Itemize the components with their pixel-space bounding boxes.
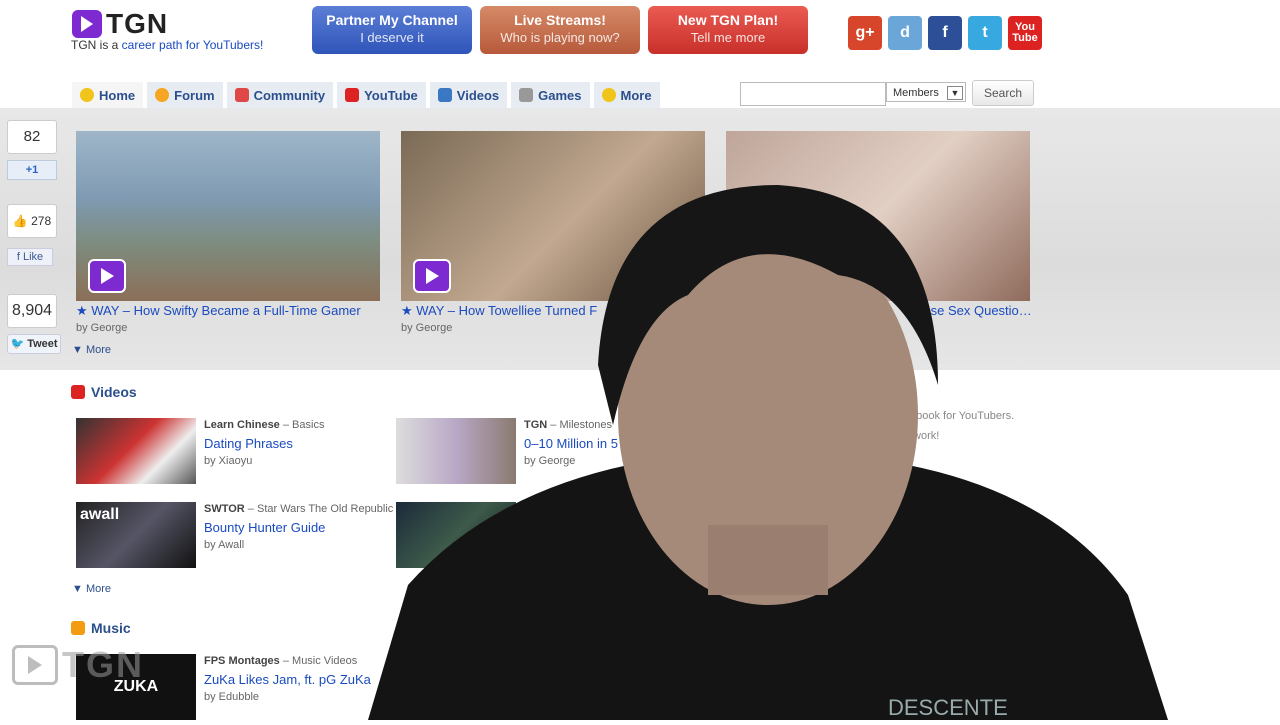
search-scope-select[interactable]: Members ▼ [886,82,966,102]
video-icon [437,88,452,102]
search-button[interactable]: Search [972,80,1034,106]
new-plan-button[interactable]: New TGN Plan! Tell me more [648,6,808,54]
heart-icon [234,88,249,102]
youtube-small-icon [345,88,360,102]
music-category-1: FPS Montages – Music Videos [204,655,358,667]
search-input[interactable] [740,82,886,106]
main-nav: Home Forum Community YouTube Videos Game… [72,82,660,108]
tab-more[interactable]: More [593,82,660,108]
videos-section-title: Videos [71,384,137,400]
tab-youtube[interactable]: YouTube [337,82,426,108]
tweet-count: 8,904 [7,294,57,328]
twitter-bird-icon: 🐦 [10,338,25,350]
featured-thumb-1[interactable] [76,131,380,301]
tab-home[interactable]: Home [72,82,144,108]
star-icon [80,88,94,102]
site-logo[interactable]: TGN [72,8,168,40]
surprised-face-icon [601,88,616,102]
video-author-1: by Xiaoyu [204,455,253,467]
video-title-1[interactable]: Dating Phrases [204,436,293,451]
video-title-3[interactable]: Bounty Hunter Guide [204,520,325,535]
music-section-title: Music [71,620,131,636]
youtube-icon[interactable]: You Tube [1008,16,1042,50]
gamepad-icon [519,88,534,102]
tv-logo-icon [72,10,102,38]
shirt-text: DESCENTE [888,695,1008,720]
tab-games[interactable]: Games [511,82,590,108]
music-author-1: by Edubble [204,691,260,703]
chevron-down-icon: ▼ [947,86,963,100]
tweet-button[interactable]: 🐦 Tweet [7,334,61,354]
music-title-1[interactable]: ZuKa Likes Jam, ft. pG ZuKa [204,672,371,687]
video-author-3: by Awall [204,539,245,551]
webcam-overlay: DESCENTE [368,165,1168,720]
tagline: TGN is a career path for YouTubers! [71,38,264,52]
featured-author-1: by George [76,322,128,334]
video-thumb-1[interactable] [76,418,196,484]
live-streams-button[interactable]: Live Streams! Who is playing now? [480,6,640,54]
tv-watermark-icon [12,645,58,685]
logo-text: TGN [106,8,169,39]
partner-channel-button[interactable]: Partner My Channel I deserve it [312,6,472,54]
tv-badge-icon [88,259,126,293]
gplus-count: 82 [7,120,57,154]
twitter-icon[interactable]: t [968,16,1002,50]
google-plus-icon[interactable]: g+ [848,16,882,50]
featured-more-link[interactable]: ▼ More [72,344,111,356]
facebook-icon[interactable]: f [928,16,962,50]
video-thumb-3[interactable]: awall [76,502,196,568]
youtube-small-icon [71,385,85,399]
tab-forum[interactable]: Forum [147,82,223,108]
video-category-3: SWTOR – Star Wars The Old Republic [204,503,394,515]
tab-community[interactable]: Community [226,82,334,108]
like-count: 👍 278 [7,204,57,238]
featured-title-1[interactable]: ★ WAY – How Swifty Became a Full-Time Ga… [76,303,381,319]
digg-icon[interactable]: d [888,16,922,50]
video-category-1: Learn Chinese – Basics [204,419,325,431]
gplus-button[interactable]: +1 [7,160,57,180]
smiley-icon [155,88,170,102]
videos-more-link[interactable]: ▼ More [72,583,111,595]
presenter-silhouette: DESCENTE [368,185,1168,720]
tgn-watermark: TGN [12,644,144,686]
facebook-like-button[interactable]: f Like [7,248,53,266]
tab-videos[interactable]: Videos [429,82,508,108]
music-note-icon [71,621,85,635]
tagline-link[interactable]: career path for YouTubers! [122,38,264,52]
